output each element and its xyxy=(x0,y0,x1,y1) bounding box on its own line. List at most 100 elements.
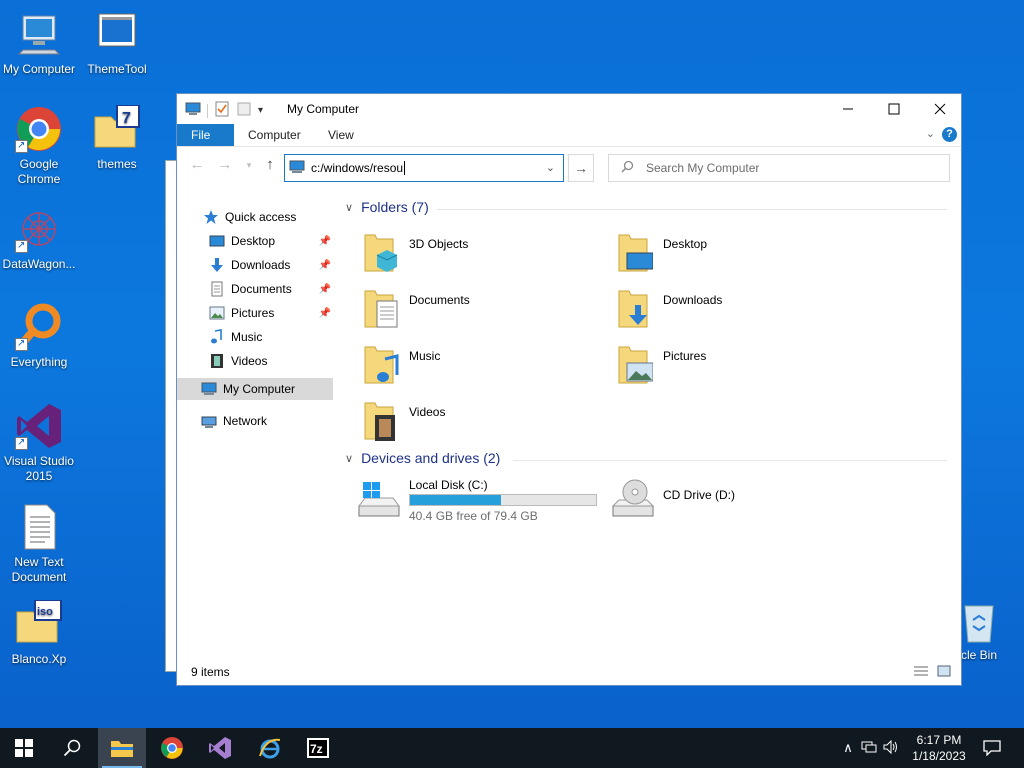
search-input[interactable]: Search My Computer xyxy=(646,161,759,175)
desktop-icon-label: Google Chrome xyxy=(17,157,61,186)
folder-item[interactable]: Desktop xyxy=(611,229,851,279)
desktop-icon-label: New Text Document xyxy=(11,555,67,584)
nav-item-videos[interactable]: Videos xyxy=(209,350,267,372)
tab-computer[interactable]: Computer xyxy=(234,124,315,146)
action-center-button[interactable] xyxy=(968,728,1016,768)
drive-item-cd-drive[interactable]: CD Drive (D:) xyxy=(611,476,871,526)
ribbon-expand-chevron-icon[interactable]: ⌄ xyxy=(926,127,935,140)
chevron-down-icon[interactable]: ∨ xyxy=(345,452,353,465)
iso-file-icon: iso xyxy=(15,599,63,648)
taskbar: 7z ∧ 6:17 PM 1/18/2023 xyxy=(0,728,1024,768)
desktop-icon-google-chrome[interactable]: Google Chrome xyxy=(0,105,78,187)
recent-locations-chevron-icon[interactable]: ▾ xyxy=(239,160,259,171)
folder-label: Desktop xyxy=(663,237,708,251)
nav-item-my-computer[interactable]: My Computer xyxy=(177,378,333,400)
taskbar-internet-explorer[interactable] xyxy=(246,728,294,768)
folder-item[interactable]: Videos xyxy=(357,397,597,447)
documents-folder-icon xyxy=(364,290,398,328)
drive-item-local-disk[interactable]: Local Disk (C:) 40.4 GB free of 79.4 GB xyxy=(357,476,617,526)
back-arrow-icon[interactable]: ← xyxy=(187,156,207,173)
desktop-icon xyxy=(209,233,225,249)
search-button[interactable] xyxy=(48,728,96,768)
pin-icon[interactable]: 📌 xyxy=(319,284,331,295)
nav-label: Desktop xyxy=(231,234,276,248)
help-icon[interactable]: ? xyxy=(942,127,957,142)
tab-file[interactable]: File xyxy=(177,124,234,146)
new-folder-icon[interactable] xyxy=(236,101,252,120)
show-hidden-icons-chevron-icon[interactable]: ∧ xyxy=(838,740,858,756)
title-bar[interactable]: ▾ My Computer xyxy=(177,94,961,124)
folder-item[interactable]: Downloads xyxy=(611,285,851,335)
details-view-icon[interactable] xyxy=(913,665,929,680)
folder-item[interactable]: 3D Objects xyxy=(357,229,597,279)
content-area: ∨ Folders (7) 3D Objects Desktop Documen… xyxy=(337,189,961,659)
folder-item[interactable]: Pictures xyxy=(611,341,851,391)
chevron-down-icon[interactable]: ▾ xyxy=(258,105,263,116)
clock-time: 6:17 PM xyxy=(916,733,962,747)
maximize-button[interactable] xyxy=(871,94,917,124)
start-button[interactable] xyxy=(0,728,48,768)
chevron-down-icon[interactable]: ∨ xyxy=(345,201,353,214)
nav-item-downloads[interactable]: Downloads 📌 xyxy=(209,254,331,276)
nav-label: Music xyxy=(231,330,263,344)
visual-studio-icon xyxy=(209,737,231,759)
desktop-icon-themes[interactable]: 7 themes xyxy=(78,104,156,172)
go-arrow-button[interactable]: → xyxy=(568,154,594,182)
desktop-icon-new-text-document[interactable]: New Text Document xyxy=(0,503,78,585)
pin-icon[interactable]: 📌 xyxy=(319,308,331,319)
folder-item[interactable]: Documents xyxy=(357,285,597,335)
nav-item-desktop[interactable]: Desktop 📌 xyxy=(209,230,331,252)
desktop-folder-icon xyxy=(618,234,653,272)
close-button[interactable] xyxy=(917,94,963,124)
tab-view[interactable]: View xyxy=(314,124,368,146)
chevron-down-icon[interactable]: ⌄ xyxy=(546,161,555,174)
nav-label: Quick access xyxy=(225,210,297,224)
desktop-icon-visual-studio[interactable]: Visual Studio 2015 xyxy=(0,402,78,484)
drive-usage-bar xyxy=(409,494,597,506)
file-explorer-icon xyxy=(111,741,133,757)
nav-item-documents[interactable]: Documents 📌 xyxy=(209,278,331,300)
desktop-icon-blanco-xp[interactable]: iso Blanco.Xp xyxy=(0,599,78,667)
nav-item-network[interactable]: Network xyxy=(201,410,267,432)
up-arrow-icon[interactable]: ↑ xyxy=(260,156,280,173)
folder-item[interactable]: Music xyxy=(357,341,597,391)
nav-item-music[interactable]: Music xyxy=(209,326,262,348)
divider xyxy=(437,209,947,210)
network-icon xyxy=(201,413,217,429)
videos-folder-icon xyxy=(364,402,395,441)
taskbar-chrome[interactable] xyxy=(148,728,196,768)
desktop-icon-everything[interactable]: Everything xyxy=(0,303,78,370)
folders-group-header[interactable]: ∨ Folders (7) xyxy=(345,199,429,215)
desktop-icon-label: DataWagon... xyxy=(2,257,76,271)
taskbar-clock[interactable]: 6:17 PM 1/18/2023 xyxy=(904,732,974,764)
computer-icon xyxy=(201,381,217,397)
explorer-window[interactable]: ▾ My Computer File Computer View ⌄ ? ← →… xyxy=(176,93,962,686)
nav-quick-access[interactable]: Quick access xyxy=(203,206,296,228)
pin-icon[interactable]: 📌 xyxy=(319,236,331,247)
drive-label: Local Disk (C:) xyxy=(409,478,488,492)
taskbar-file-explorer[interactable] xyxy=(98,728,146,768)
properties-icon[interactable] xyxy=(214,101,230,120)
desktop-icon-datawagon[interactable]: DataWagon... xyxy=(0,205,78,272)
clock-date: 1/18/2023 xyxy=(912,749,966,763)
network-status-icon[interactable] xyxy=(858,740,880,757)
volume-icon[interactable] xyxy=(880,739,902,757)
address-bar[interactable]: c:/windows/resou ⌄ xyxy=(284,154,564,182)
pin-icon[interactable]: 📌 xyxy=(319,260,331,271)
large-icons-view-icon[interactable] xyxy=(937,665,951,680)
minimize-button[interactable] xyxy=(825,94,871,124)
forward-arrow-icon[interactable]: → xyxy=(215,156,235,173)
svg-text:7: 7 xyxy=(122,110,131,127)
nav-item-pictures[interactable]: Pictures 📌 xyxy=(209,302,331,324)
desktop-icon-my-computer[interactable]: My Computer xyxy=(0,10,78,77)
text-caret xyxy=(404,161,406,176)
desktop-icon-themetool[interactable]: ThemeTool xyxy=(78,10,156,77)
taskbar-visual-studio[interactable] xyxy=(196,728,244,768)
search-box[interactable]: Search My Computer xyxy=(608,154,950,182)
taskbar-7zip[interactable]: 7z xyxy=(294,728,342,768)
divider xyxy=(513,460,947,461)
computer-icon[interactable] xyxy=(185,101,201,120)
computer-icon xyxy=(15,10,63,58)
drives-group-header[interactable]: ∨ Devices and drives (2) xyxy=(345,450,500,466)
address-input[interactable]: c:/windows/resou xyxy=(311,161,403,175)
